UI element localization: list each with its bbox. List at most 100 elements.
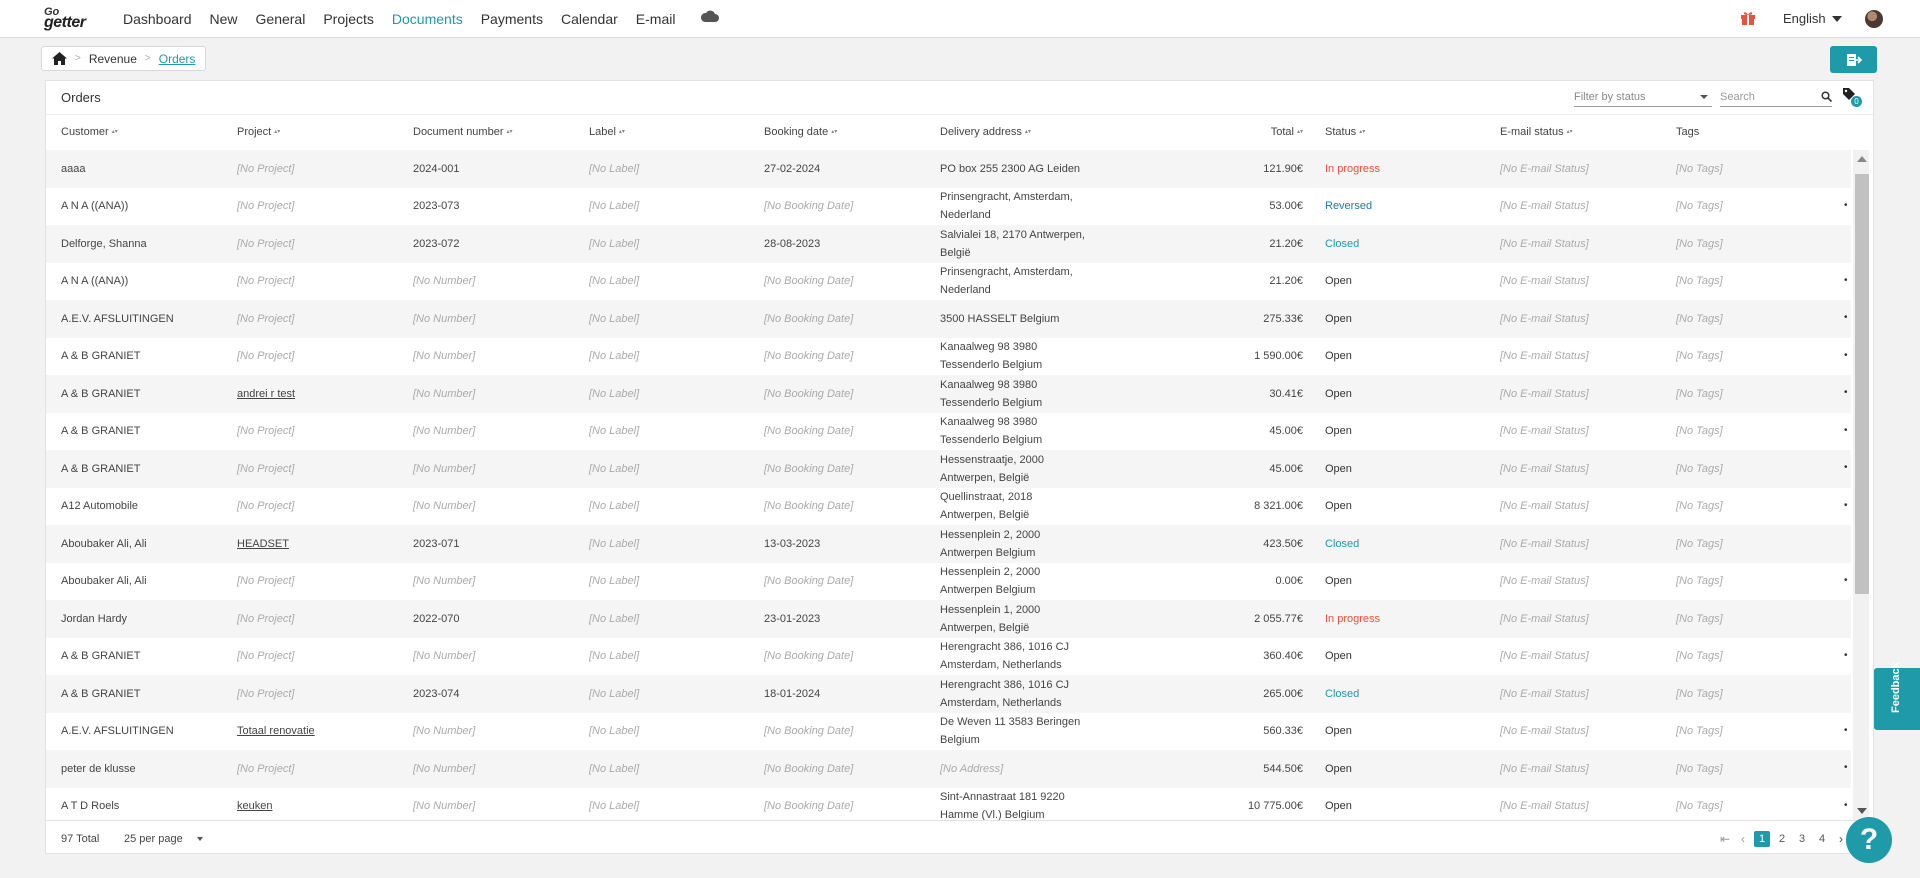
table-row[interactable]: A & B GRANIET [No Project] [No Number] [No … xyxy=(46,638,1851,676)
table-row[interactable]: peter de klusse [No Project] [No Number] [N… xyxy=(46,750,1851,788)
row-actions-marker[interactable]: • xyxy=(1844,575,1848,586)
avatar[interactable] xyxy=(1865,10,1883,28)
project-cell[interactable]: HEADSET xyxy=(237,525,289,563)
nav-item-documents[interactable]: Documents xyxy=(383,11,472,27)
column-header-label[interactable]: Label ▴▾ xyxy=(589,126,625,138)
nav-item-projects[interactable]: Projects xyxy=(314,11,383,27)
document-number-cell: [No Number] xyxy=(413,462,476,475)
table-row[interactable]: A & B GRANIET [No Project] 2023-074 [No Lab… xyxy=(46,675,1851,713)
column-header-document-number[interactable]: Document number ▴▾ xyxy=(413,126,513,138)
sort-icon[interactable]: ▴▾ xyxy=(274,129,280,135)
row-actions-marker[interactable]: • xyxy=(1844,500,1848,511)
sort-icon[interactable]: ▴▾ xyxy=(112,129,118,135)
status-cell: Reversed xyxy=(1325,200,1373,213)
row-actions-marker[interactable]: • xyxy=(1844,350,1848,361)
project-cell[interactable]: keuken xyxy=(237,788,272,821)
scrollbar-thumb[interactable] xyxy=(1855,174,1869,594)
nav-item-payments[interactable]: Payments xyxy=(472,11,552,27)
sort-icon[interactable]: ▴▾ xyxy=(1025,129,1031,135)
help-button[interactable]: ? xyxy=(1846,817,1892,863)
table-row[interactable]: A N A ((ANA)) [No Project] [No Number] [No … xyxy=(46,263,1851,301)
search-input[interactable]: Search xyxy=(1720,87,1832,107)
column-header-status[interactable]: Status ▴▾ xyxy=(1325,126,1365,138)
column-header-tags[interactable]: Tags xyxy=(1676,126,1699,138)
gift-icon[interactable] xyxy=(1740,10,1756,26)
table-row[interactable]: A T D Roels keuken [No Number] [No Label] [N… xyxy=(46,788,1851,821)
sort-icon[interactable]: ▴▾ xyxy=(1359,129,1365,135)
table-row[interactable]: A.E.V. AFSLUITINGEN Totaal renovatie [No N… xyxy=(46,713,1851,751)
row-actions-marker[interactable]: • xyxy=(1844,650,1848,661)
column-header-booking-date[interactable]: Booking date ▴▾ xyxy=(764,126,837,138)
page-4-button[interactable]: 4 xyxy=(1814,831,1830,847)
sort-icon[interactable]: ▴▾ xyxy=(507,129,513,135)
column-header-customer[interactable]: Customer ▴▾ xyxy=(61,126,118,138)
table-row[interactable]: aaaa [No Project] 2024-001 [No Label] 27-02-… xyxy=(46,150,1851,188)
sort-icon[interactable]: ▴▾ xyxy=(619,129,625,135)
table-row[interactable]: A & B GRANIET [No Project] [No Number] [No … xyxy=(46,413,1851,451)
row-actions-marker[interactable]: • xyxy=(1844,725,1848,736)
row-actions-marker[interactable]: • xyxy=(1844,762,1848,773)
project-cell[interactable]: Totaal renovatie xyxy=(237,713,315,751)
total-cell: 2 055.77€ xyxy=(1254,612,1303,625)
nav-item-calendar[interactable]: Calendar xyxy=(552,11,627,27)
language-selector[interactable]: English xyxy=(1783,11,1842,26)
tag-filter-button[interactable]: 0 xyxy=(1842,87,1862,107)
column-header-total[interactable]: Total ▴▾ xyxy=(1271,126,1303,138)
row-actions-marker[interactable]: • xyxy=(1844,275,1848,286)
sort-icon[interactable]: ▴▾ xyxy=(831,129,837,135)
email-status-cell: [No E-mail Status] xyxy=(1500,725,1589,738)
scroll-down-icon[interactable] xyxy=(1857,808,1867,814)
row-actions-marker[interactable]: • xyxy=(1844,387,1848,398)
table-row[interactable]: Aboubaker Ali, Ali [No Project] [No Number… xyxy=(46,563,1851,601)
row-actions-marker[interactable]: • xyxy=(1844,312,1848,323)
table-row[interactable]: Jordan Hardy [No Project] 2022-070 [No Labe… xyxy=(46,600,1851,638)
customer-cell: A T D Roels xyxy=(61,800,120,813)
email-status-cell: [No E-mail Status] xyxy=(1500,425,1589,438)
table-row[interactable]: A & B GRANIET [No Project] [No Number] [No … xyxy=(46,450,1851,488)
table-row[interactable]: A & B GRANIET [No Project] [No Number] [No … xyxy=(46,338,1851,376)
status-cell: Open xyxy=(1325,312,1352,325)
table-row[interactable]: Delforge, Shanna [No Project] 2023-072 [No … xyxy=(46,225,1851,263)
nav-item-new[interactable]: New xyxy=(201,11,247,27)
page-3-button[interactable]: 3 xyxy=(1794,831,1810,847)
sort-icon[interactable]: ▴▾ xyxy=(1297,129,1303,135)
table-row[interactable]: A N A ((ANA)) [No Project] 2023-073 [No Lab… xyxy=(46,188,1851,226)
column-header-e-mail-status[interactable]: E-mail status ▴▾ xyxy=(1500,126,1573,138)
scroll-up-icon[interactable] xyxy=(1857,156,1867,162)
feedback-tab[interactable]: Feedback xyxy=(1874,662,1920,730)
table-row[interactable]: A12 Automobile [No Project] [No Number] [No… xyxy=(46,488,1851,526)
nav-item-e-mail[interactable]: E-mail xyxy=(627,11,685,27)
page-2-button[interactable]: 2 xyxy=(1774,831,1790,847)
row-actions-marker[interactable]: • xyxy=(1844,200,1848,211)
search-icon[interactable] xyxy=(1821,91,1832,102)
export-button[interactable] xyxy=(1830,46,1877,73)
row-actions-marker[interactable]: • xyxy=(1844,800,1848,811)
nav-item-dashboard[interactable]: Dashboard xyxy=(114,11,201,27)
table-row[interactable]: A & B GRANIET andrei r test [No Number] [No… xyxy=(46,375,1851,413)
logo-text-bottom: getter xyxy=(44,14,86,31)
nav-item-general[interactable]: General xyxy=(247,11,315,27)
column-header-delivery-address[interactable]: Delivery address ▴▾ xyxy=(940,126,1031,138)
prev-page-icon[interactable]: ‹ xyxy=(1736,832,1750,846)
customer-cell: Aboubaker Ali, Ali xyxy=(61,537,147,550)
vertical-scrollbar[interactable] xyxy=(1853,150,1869,820)
project-cell[interactable]: andrei r test xyxy=(237,375,295,413)
per-page-select[interactable]: 25 per page xyxy=(124,833,203,845)
status-filter-select[interactable]: Filter by status xyxy=(1574,87,1712,107)
app-logo[interactable]: Go getter xyxy=(44,6,100,32)
breadcrumb-orders[interactable]: Orders xyxy=(159,52,196,66)
table-row[interactable]: A.E.V. AFSLUITINGEN [No Project] [No Numbe… xyxy=(46,300,1851,338)
breadcrumb-revenue[interactable]: Revenue xyxy=(89,52,137,66)
status-cell: Open xyxy=(1325,462,1352,475)
column-header-project[interactable]: Project ▴▾ xyxy=(237,126,280,138)
first-page-icon[interactable]: ⇤ xyxy=(1718,832,1732,846)
home-icon[interactable] xyxy=(52,52,67,65)
cloud-icon[interactable] xyxy=(700,9,720,23)
label-cell: [No Label] xyxy=(589,537,640,550)
sort-icon[interactable]: ▴▾ xyxy=(1567,129,1573,135)
row-actions-marker[interactable]: • xyxy=(1844,425,1848,436)
page-1-button[interactable]: 1 xyxy=(1754,831,1770,847)
table-row[interactable]: Aboubaker Ali, Ali HEADSET 2023-071 [No Lab… xyxy=(46,525,1851,563)
row-actions-marker[interactable]: • xyxy=(1844,462,1848,473)
document-number-cell: [No Number] xyxy=(413,500,476,513)
